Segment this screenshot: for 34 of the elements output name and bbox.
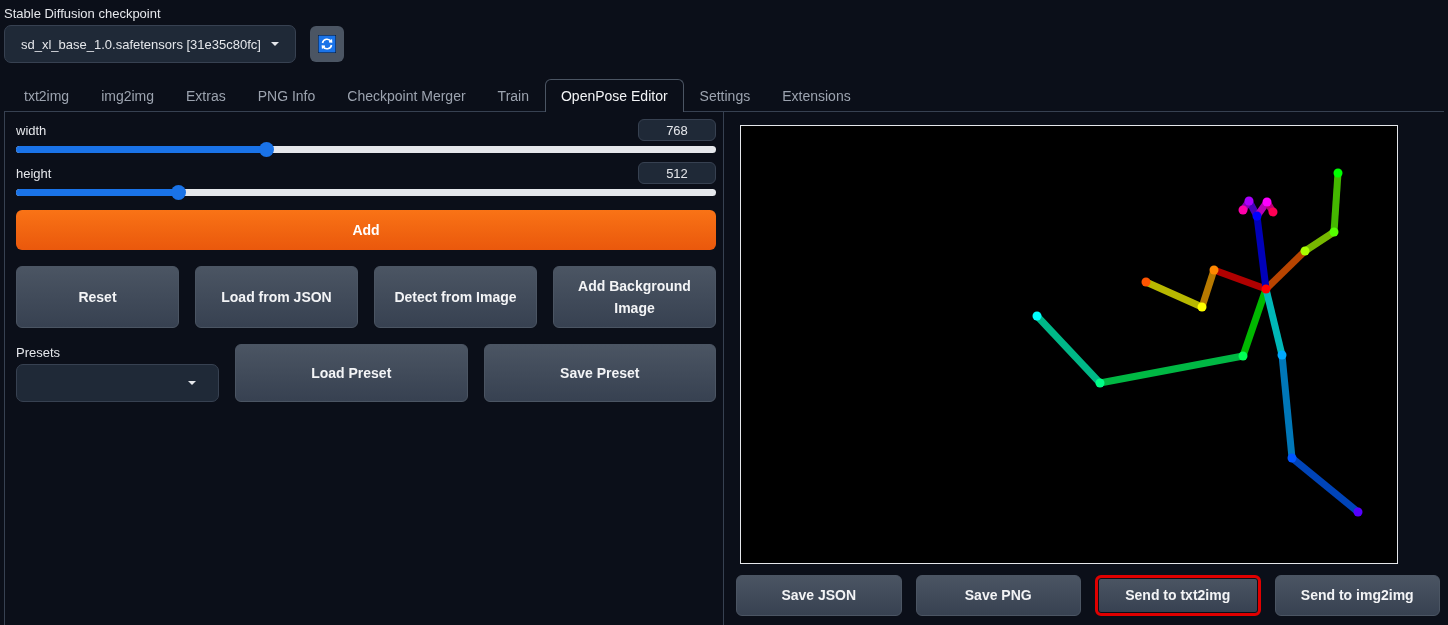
tab[interactable]: Extensions xyxy=(766,79,867,112)
output-button[interactable]: Send to img2img xyxy=(1274,575,1440,616)
slider-label: width xyxy=(16,122,47,138)
slider-thumb[interactable] xyxy=(258,142,274,157)
number-field[interactable]: 512 xyxy=(638,162,716,184)
presets-label: Presets xyxy=(16,345,62,360)
slider-label: height xyxy=(16,165,52,181)
refresh-button[interactable] xyxy=(310,26,344,62)
checkpoint-label: Stable Diffusion checkpoint xyxy=(4,6,162,21)
tab[interactable]: Extras xyxy=(170,79,242,112)
pose-canvas[interactable] xyxy=(740,125,1398,564)
output-button[interactable]: Send to txt2img xyxy=(1095,575,1261,616)
action-button[interactable]: Reset xyxy=(16,266,179,328)
checkpoint-dropdown[interactable]: sd_xl_base_1.0.safetensors [31e35c80fc] xyxy=(4,25,296,63)
tab[interactable]: Train xyxy=(481,79,545,112)
pose-skeleton-drawing[interactable] xyxy=(1032,168,1363,517)
caret-icon xyxy=(188,381,196,385)
action-button[interactable]: Load from JSON xyxy=(195,266,358,328)
number-field[interactable]: 768 xyxy=(638,119,716,141)
slider-thumb[interactable] xyxy=(171,185,187,200)
caret-icon xyxy=(271,42,279,46)
preset-button[interactable]: Save Preset xyxy=(483,344,716,402)
output-button[interactable]: Save PNG xyxy=(915,575,1081,616)
tab[interactable]: PNG Info xyxy=(241,79,332,112)
preset-button[interactable]: Load Preset xyxy=(235,344,468,402)
tab[interactable]: Settings xyxy=(683,79,767,112)
tab[interactable]: OpenPose Editor xyxy=(545,79,684,112)
tab[interactable]: txt2img xyxy=(8,79,86,112)
action-button[interactable]: Detect from Image xyxy=(374,266,537,328)
tab[interactable]: Checkpoint Merger xyxy=(331,79,482,112)
tab[interactable]: img2img xyxy=(85,79,171,112)
action-button[interactable]: Add Background Image xyxy=(553,266,716,328)
refresh-icon xyxy=(318,35,336,53)
output-button[interactable]: Save JSON xyxy=(736,575,902,616)
